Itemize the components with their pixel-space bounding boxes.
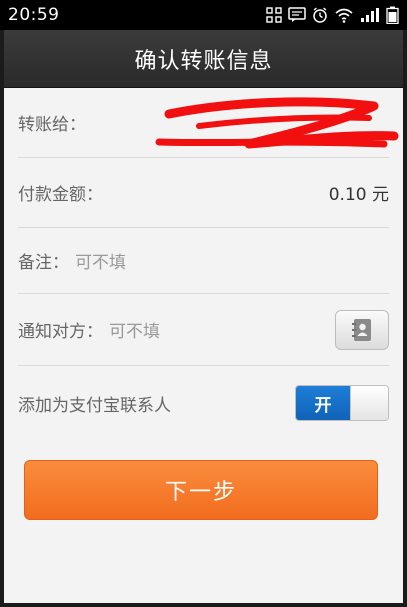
address-book-icon: [352, 318, 371, 341]
notify-label: 通知对方：: [18, 322, 103, 342]
amount-value: 0.10 元: [328, 185, 389, 205]
amount-row: 付款金额： 0.10 元: [18, 158, 389, 228]
alarm-icon: [313, 7, 327, 23]
add-contact-label: 添加为支付宝联系人: [18, 395, 171, 416]
remark-field[interactable]: 备注： 可不填: [18, 228, 389, 294]
page-title: 确认转账信息: [134, 48, 273, 74]
toggle-on-label: 开: [296, 386, 350, 420]
status-bar: 20:59: [0, 0, 407, 30]
next-step-button[interactable]: 下一步: [24, 460, 378, 520]
title-bar: 确认转账信息: [4, 30, 403, 88]
redaction-scribble: [155, 97, 399, 149]
notify-placeholder: 可不填: [109, 322, 160, 342]
battery-icon: [386, 6, 399, 24]
recipient-row: 转账给：: [18, 88, 399, 158]
message-icon: [288, 7, 306, 22]
remark-label: 备注：: [18, 253, 69, 273]
notify-field[interactable]: 通知对方： 可不填: [18, 294, 389, 366]
remark-placeholder: 可不填: [75, 253, 126, 273]
wifi-icon: [335, 8, 353, 23]
address-book-button[interactable]: [335, 309, 389, 350]
status-time: 20:59: [8, 5, 60, 25]
status-icons: [266, 6, 399, 24]
add-contact-toggle[interactable]: 开: [295, 385, 389, 421]
grid-icon: [266, 7, 282, 23]
toggle-knob[interactable]: [350, 386, 388, 420]
phone-screen: 确认转账信息 转账给： 付款金额： 0.10 元 备注： 可不填 通知对方： 可…: [4, 30, 403, 603]
signal-icon: [361, 8, 379, 22]
amount-label: 付款金额：: [18, 185, 103, 205]
recipient-label: 转账给：: [18, 115, 86, 135]
add-contact-row: 添加为支付宝联系人 开: [18, 366, 389, 440]
